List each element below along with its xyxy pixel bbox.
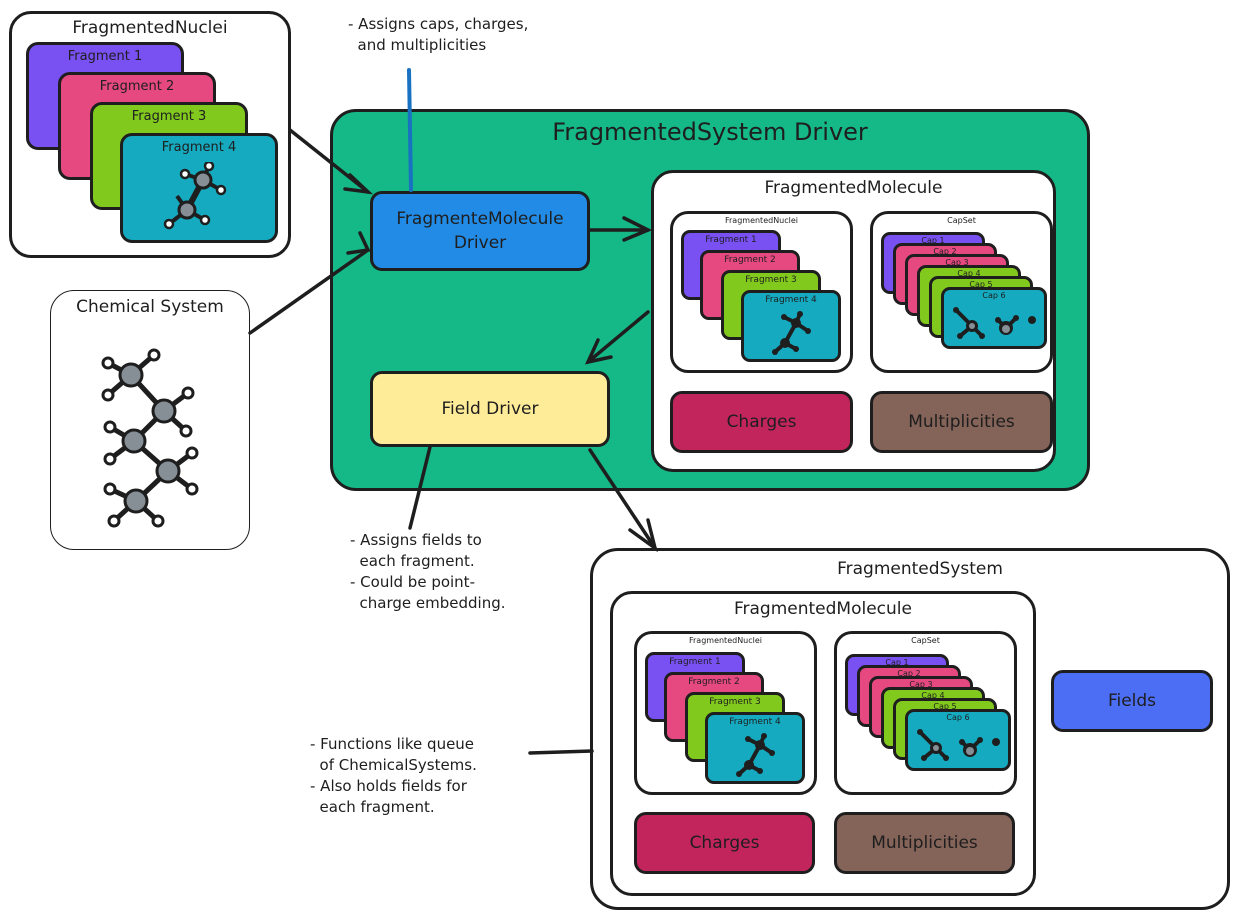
cap-card-6: Cap 6 [941,287,1047,349]
fragmented-system-driver: FragmentedSystem Driver FragmenteMolecul… [330,109,1090,491]
driver-molecule-title: FragmentedMolecule [764,178,943,198]
system-note: - Functions like queue of ChemicalSystem… [310,735,477,816]
system-nuclei-title: FragmentedNuclei [688,636,763,645]
multiplicities-box[interactable]: Multiplicities [834,812,1015,874]
fragment-label: Fragment 2 [99,79,175,94]
fragment-card-4: Fragment 4 [741,290,841,362]
fragment-label: Fragment 4 [729,717,781,727]
driver-capset-title: CapSet [947,216,976,225]
top-fragmented-nuclei: FragmentedNuclei Fragment 1 Fragment 2 F… [9,11,291,258]
driver-capset: CapSet Cap 1 Cap 2 Cap 3 Cap 4 Cap 5 Cap… [870,211,1053,373]
multiplicities-label: Multiplicities [908,412,1015,432]
field-driver-note: - Assigns fields to each fragment. - Cou… [350,531,506,612]
fragment-label: Fragment 3 [131,109,207,124]
field-driver-label: Field Driver [441,399,539,419]
top-nuclei-title: FragmentedNuclei [72,18,228,38]
system-molecule-title: FragmentedMolecule [733,599,912,619]
fragment-label: Fragment 4 [765,295,817,305]
charges-label: Charges [689,833,760,853]
system-note-line [528,749,594,755]
driver-title: FragmentedSystem Driver [552,118,868,146]
multiplicities-box[interactable]: Multiplicities [870,391,1053,453]
charges-label: Charges [726,412,797,432]
driver-nuclei-title: FragmentedNuclei [724,216,799,225]
fragment-label: Fragment 4 [161,140,237,155]
fragmented-system: FragmentedSystem FragmentedMolecule Frag… [590,548,1230,910]
fm-driver-label: FragmenteMolecule Driver [396,209,564,253]
ethane-molecule-icon [163,162,227,230]
arrowhead [628,518,658,553]
fragment-label: Fragment 1 [67,49,143,64]
driver-nuclei: FragmentedNuclei Fragment 1 Fragment 2 F… [670,211,853,373]
butane-molecule-icon [101,348,199,528]
cap-label: Cap 6 [982,291,1006,300]
system-nuclei: FragmentedNuclei Fragment 1 Fragment 2 F… [634,631,817,795]
fragment-label: Fragment 2 [724,255,776,265]
fragment-label: Fragment 1 [669,657,721,667]
fragmented-molecule-driver[interactable]: FragmenteMolecule Driver [370,191,590,271]
system-fragmented-molecule: FragmentedMolecule FragmentedNuclei Frag… [610,591,1036,896]
ethane-molecule-icon [736,733,775,777]
fields-box[interactable]: Fields [1051,670,1213,732]
cap-card-6: Cap 6 [905,709,1011,771]
system-title: FragmentedSystem [837,559,1003,579]
multiplicities-label: Multiplicities [871,833,978,853]
fragment-card-4: Fragment 4 [705,712,805,784]
field-driver[interactable]: Field Driver [370,371,610,447]
charges-box[interactable]: Charges [670,391,853,453]
cap-molecule-icon [953,307,1036,339]
fields-label: Fields [1107,691,1157,711]
chemical-system: Chemical System [50,290,250,550]
system-capset-title: CapSet [911,636,940,645]
cap-molecule-icon [917,729,1000,761]
system-capset: CapSet Cap 1 Cap 2 Cap 3 Cap 4 Cap 5 Cap… [834,631,1017,795]
chemical-system-title: Chemical System [76,297,224,317]
fragment-label: Fragment 3 [709,697,761,707]
driver-fragmented-molecule: FragmentedMolecule FragmentedNuclei Frag… [651,170,1056,472]
cap-label: Cap 6 [946,713,970,722]
fragment-card-4: Fragment 4 [120,133,278,243]
fragment-label: Fragment 3 [745,275,797,285]
ethane-molecule-icon [772,311,811,355]
charges-box[interactable]: Charges [634,812,815,874]
fragment-label: Fragment 2 [688,677,740,687]
fm-driver-note: - Assigns caps, charges, and multiplicit… [348,15,529,54]
fragment-label: Fragment 1 [705,235,757,245]
